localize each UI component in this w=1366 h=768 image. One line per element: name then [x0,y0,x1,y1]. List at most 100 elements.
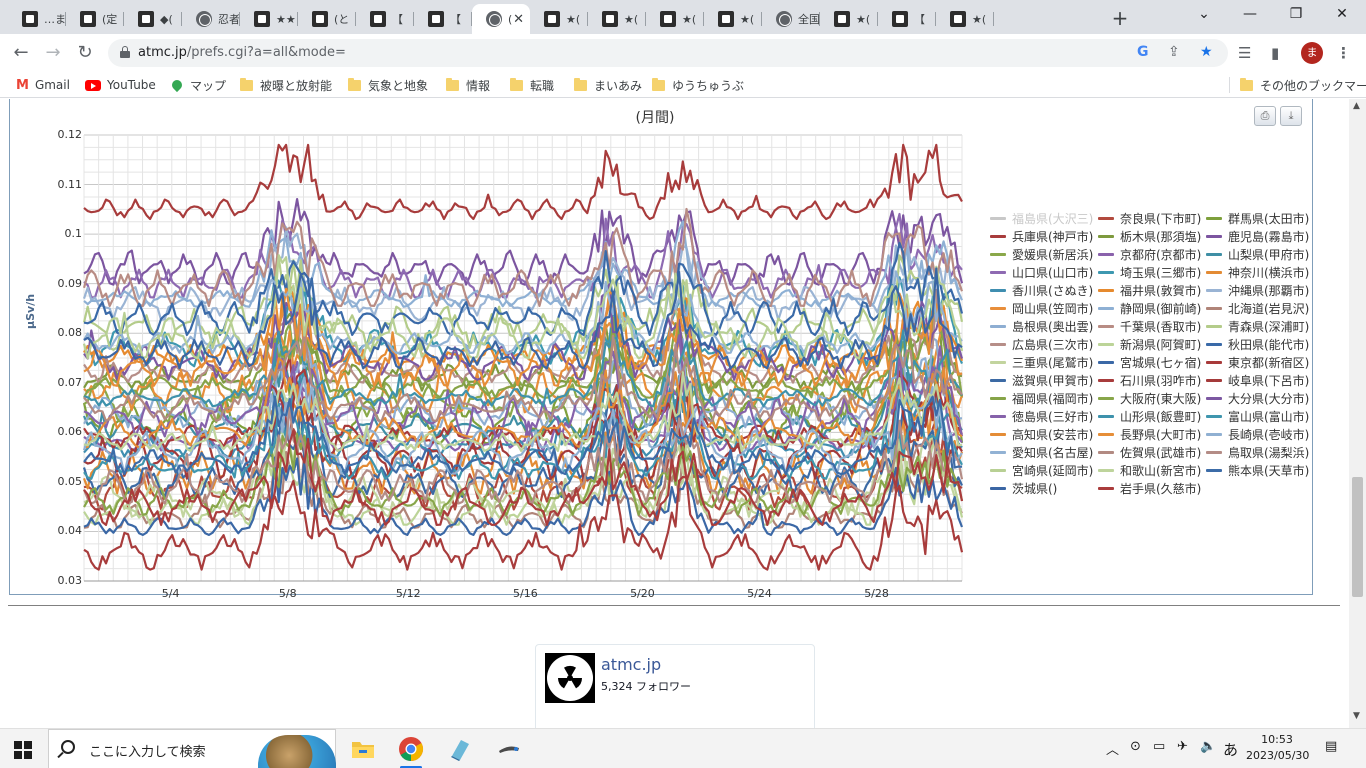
reload-icon[interactable]: ↻ [74,42,96,64]
file-explorer-icon[interactable] [350,736,376,762]
legend-item[interactable]: 大分県(大分市) [1206,390,1309,406]
legend-item[interactable]: 愛媛県(新居浜) [990,246,1093,262]
bookmark-gmail[interactable]: M Gmail [16,77,70,93]
bookmark-youtube[interactable]: YouTube [85,77,156,93]
new-tab-button[interactable]: + [1110,6,1130,30]
twitter-widget[interactable]: atmc.jp 5,324 フォロワー [535,644,815,728]
legend-item[interactable]: 福井県(敦賀市) [1098,282,1201,298]
browser-tab[interactable]: 【 ま [356,4,414,34]
legend-item[interactable]: 愛知県(名古屋) [990,444,1093,460]
browser-tab[interactable]: ★★ [240,4,298,34]
browser-tab[interactable]: 忍者 [182,4,240,34]
scroll-up-icon[interactable]: ▲ [1353,101,1360,111]
legend-item[interactable]: 和歌山(新宮市) [1098,462,1201,478]
meet-now-icon[interactable]: ⊙ [1130,739,1141,754]
legend-item[interactable]: 鳥取県(湯梨浜) [1206,444,1309,460]
legend-item[interactable]: 岐阜県(下呂市) [1206,372,1309,388]
browser-tab[interactable]: (定 [66,4,124,34]
legend-item[interactable]: 東京都(新宿区) [1206,354,1309,370]
browser-tab[interactable]: (✕ [472,4,530,34]
legend-item[interactable]: 京都府(京都市) [1098,246,1201,262]
legend-item[interactable]: 滋賀県(甲賀市) [990,372,1093,388]
legend-item[interactable]: 北海道(岩見沢) [1206,300,1309,316]
browser-tab[interactable]: …まぇ [8,4,66,34]
browser-tab[interactable]: ★( [704,4,762,34]
legend-item[interactable]: 茨城県() [990,480,1057,496]
network-icon[interactable]: ✈ [1177,739,1188,754]
legend-item[interactable]: 静岡県(御前崎) [1098,300,1201,316]
ime-indicator[interactable]: あ [1223,739,1238,760]
legend-item[interactable]: 沖縄県(那覇市) [1206,282,1309,298]
legend-item[interactable]: 山口県(山口市) [990,264,1093,280]
legend-item[interactable]: 神奈川(横浜市) [1206,264,1309,280]
legend-item[interactable]: 香川県(さぬき) [990,282,1093,298]
legend-item[interactable]: 福島県(大沢三) [990,210,1093,226]
notification-icon[interactable]: ▤ [1325,739,1337,754]
share-icon[interactable]: ⇪ [1168,44,1180,60]
minimize-icon[interactable]: — [1240,6,1260,22]
other-bookmarks[interactable]: その他のブックマーク [1240,77,1366,93]
page-scrollbar[interactable]: ▲ ▼ [1349,99,1366,728]
chrome-icon[interactable] [398,736,424,762]
legend-item[interactable]: 秋田県(能代市) [1206,336,1309,352]
browser-tab[interactable]: 【 も [414,4,472,34]
browser-tab[interactable]: ★( [588,4,646,34]
legend-item[interactable]: 鹿児島(霧島市) [1206,228,1309,244]
legend-item[interactable]: 岡山県(笠岡市) [990,300,1093,316]
notepad-icon[interactable] [447,736,473,762]
url-text[interactable]: atmc.jp/prefs.cgi?a=all&mode= [138,45,346,60]
clock[interactable]: 10:53 2023/05/30 [1246,732,1309,764]
legend-item[interactable]: 山梨県(甲府市) [1206,246,1309,262]
scroll-down-icon[interactable]: ▼ [1353,711,1360,721]
bookmark-folder-1[interactable]: 被曝と放射能 [240,77,332,93]
bookmark-star-icon[interactable]: ★ [1200,44,1213,60]
media-icon[interactable]: ☰ [1238,44,1251,62]
tab-search-icon[interactable]: ⌄ [1194,6,1214,22]
legend-item[interactable]: 徳島県(三好市) [990,408,1093,424]
lock-icon[interactable] [120,46,130,58]
bookmark-folder-6[interactable]: ゆうちゅうぶ [652,77,744,93]
legend-item[interactable]: 宮崎県(延岡市) [990,462,1093,478]
scroll-thumb[interactable] [1352,477,1363,597]
widget-account-name[interactable]: atmc.jp [601,655,661,674]
legend-item[interactable]: 新潟県(阿賀町) [1098,336,1201,352]
legend-item[interactable]: 長崎県(壱岐市) [1206,426,1309,442]
legend-item[interactable]: 三重県(尾鷲市) [990,354,1093,370]
maximize-icon[interactable]: ❐ [1286,6,1306,22]
tray-overflow-icon[interactable]: ︿ [1106,739,1119,758]
bookmark-folder-2[interactable]: 気象と地象 [348,77,428,93]
legend-item[interactable]: 佐賀県(武雄市) [1098,444,1201,460]
browser-tab[interactable]: (と [298,4,356,34]
browser-tab[interactable]: ★( [646,4,704,34]
legend-item[interactable]: 富山県(富山市) [1206,408,1309,424]
close-tab-icon[interactable]: ✕ [513,12,524,27]
legend-item[interactable]: 青森県(深浦町) [1206,318,1309,334]
google-translate-icon[interactable]: G [1137,44,1149,60]
app-icon[interactable] [496,736,522,762]
bookmark-folder-5[interactable]: まいあみ [574,77,642,93]
address-bar[interactable]: atmc.jp/prefs.cgi?a=all&mode= G ⇪ ★ [108,39,1228,67]
menu-icon[interactable]: ⋮ [1336,44,1351,62]
legend-item[interactable]: 兵庫県(神戸市) [990,228,1093,244]
legend-item[interactable]: 島根県(奥出雲) [990,318,1093,334]
legend-item[interactable]: 山形県(飯豊町) [1098,408,1201,424]
legend-item[interactable]: 千葉県(香取市) [1098,318,1201,334]
browser-tab[interactable]: ◆( [124,4,182,34]
legend-item[interactable]: 長野県(大町市) [1098,426,1201,442]
browser-tab[interactable]: ★( [936,4,994,34]
legend-item[interactable]: 宮城県(七ヶ宿) [1098,354,1201,370]
legend-item[interactable]: 岩手県(久慈市) [1098,480,1201,496]
legend-item[interactable]: 群馬県(太田市) [1206,210,1309,226]
download-button[interactable]: ⤓ [1280,106,1302,126]
legend-item[interactable]: 高知県(安芸市) [990,426,1093,442]
legend-item[interactable]: 大阪府(東大阪) [1098,390,1201,406]
legend-item[interactable]: 石川県(羽咋市) [1098,372,1201,388]
browser-tab[interactable]: 【 遺 [878,4,936,34]
legend-item[interactable]: 福岡県(福岡市) [990,390,1093,406]
back-icon[interactable]: ← [10,42,32,64]
forward-icon[interactable]: → [42,42,64,64]
bookmark-folder-3[interactable]: 情報 [446,77,490,93]
radiation-logo-icon[interactable] [545,653,595,703]
close-window-icon[interactable]: ✕ [1332,6,1352,22]
bookmark-folder-4[interactable]: 転職 [510,77,554,93]
